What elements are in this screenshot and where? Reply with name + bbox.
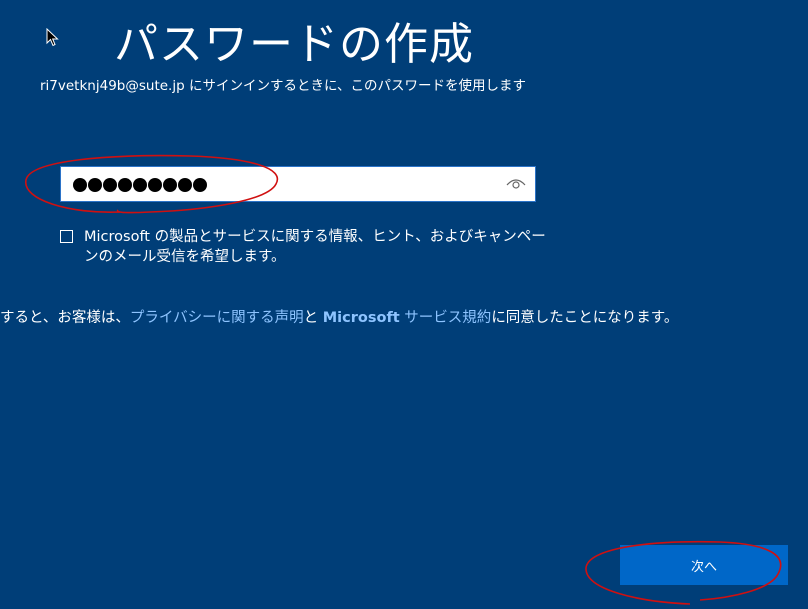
password-mask-dot	[133, 178, 147, 192]
password-mask-dot	[73, 178, 87, 192]
eye-icon[interactable]	[506, 176, 526, 190]
consent-and: と	[303, 310, 323, 326]
next-button[interactable]: 次へ	[620, 545, 788, 585]
privacy-statement-link[interactable]: プライバシーに関する声明	[130, 310, 304, 326]
password-mask-dot	[88, 178, 102, 192]
password-mask	[73, 174, 207, 192]
marketing-opt-in-label: Microsoft の製品とサービスに関する情報、ヒント、およびキャンペーンのメ…	[84, 229, 546, 265]
microsoft-label[interactable]: Microsoft	[323, 310, 400, 326]
services-agreement-link[interactable]: サービス規約	[400, 310, 491, 326]
consent-prefix: すると、お客様は、	[0, 310, 130, 326]
marketing-opt-in-checkbox[interactable]	[60, 230, 73, 243]
page-title: パスワードの作成	[114, 19, 474, 70]
password-input[interactable]	[60, 166, 536, 202]
page-subtitle: ri7vetknj49b@sute.jp にサインインするときに、このパスワード…	[40, 78, 527, 94]
consent-text: すると、お客様は、プライバシーに関する声明と Microsoft サービス規約に…	[0, 306, 678, 327]
consent-suffix: に同意したことになります。	[491, 310, 679, 326]
password-mask-dot	[193, 178, 207, 192]
password-mask-dot	[148, 178, 162, 192]
create-password-page: パスワードの作成 ri7vetknj49b@sute.jp にサインインするとき…	[0, 0, 808, 609]
password-mask-dot	[118, 178, 132, 192]
password-mask-dot	[163, 178, 177, 192]
password-mask-dot	[103, 178, 117, 192]
mouse-cursor-icon	[46, 28, 59, 47]
password-mask-dot	[178, 178, 192, 192]
